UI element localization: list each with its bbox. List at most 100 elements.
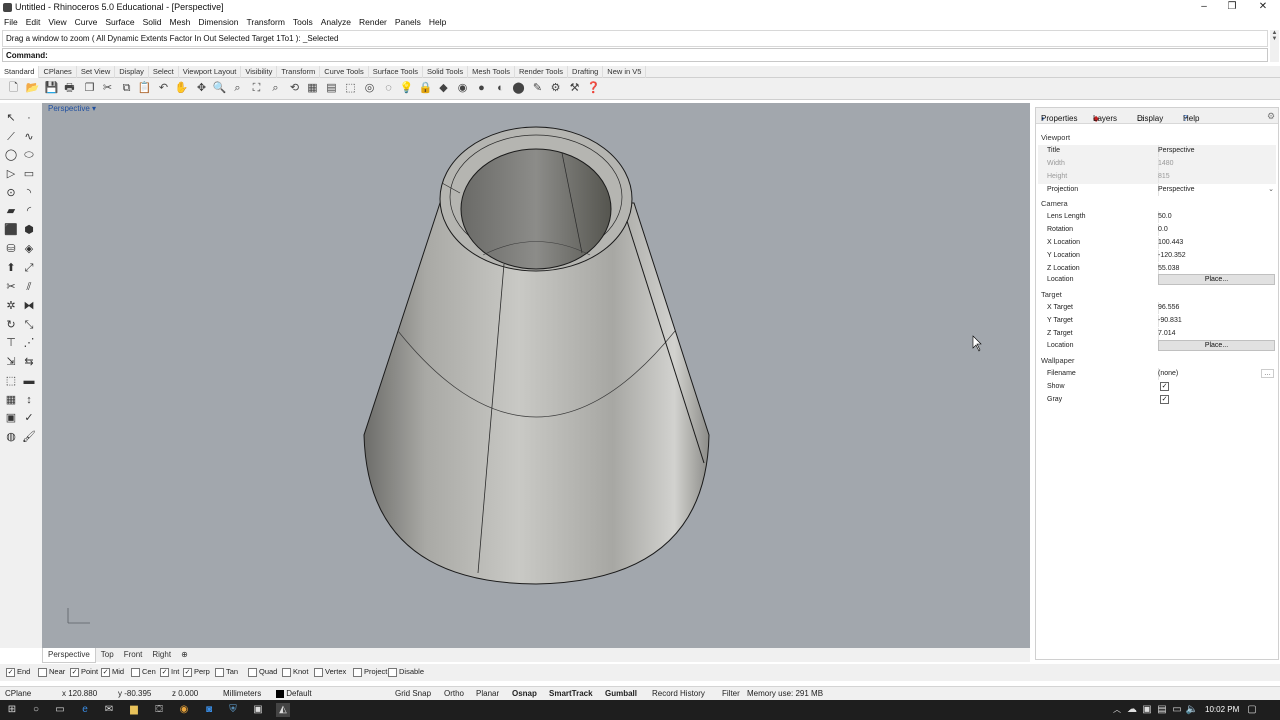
split-icon[interactable]: ⫽ bbox=[21, 279, 37, 295]
command-line[interactable]: Command: bbox=[2, 48, 1268, 62]
array-icon[interactable]: ⋰ bbox=[21, 335, 37, 351]
gray-checkbox[interactable]: ✓ bbox=[1160, 395, 1169, 404]
polygon-icon[interactable]: ▷ bbox=[3, 166, 19, 182]
check-icon[interactable]: ✓ bbox=[21, 410, 37, 426]
menu-edit[interactable]: Edit bbox=[22, 15, 45, 29]
scale-icon[interactable]: ⤡ bbox=[21, 317, 37, 333]
fillet-icon[interactable]: ◜ bbox=[21, 203, 37, 219]
tray-app-icon[interactable]: ▤ bbox=[1155, 703, 1169, 717]
add-viewport-icon[interactable]: ⊕ bbox=[176, 648, 193, 662]
projection-select[interactable]: Perspective bbox=[1158, 186, 1195, 193]
search-icon[interactable]: ○ bbox=[29, 703, 43, 717]
osnap-knot-checkbox[interactable] bbox=[282, 667, 291, 677]
text-icon[interactable]: ▬ bbox=[21, 373, 37, 389]
close-button[interactable]: ✕ bbox=[1249, 0, 1277, 15]
render-icon[interactable]: ◍ bbox=[3, 429, 19, 445]
chevron-down-icon[interactable]: ⌄ bbox=[1268, 185, 1274, 193]
options-gear-icon[interactable]: ⚙ bbox=[548, 81, 563, 96]
tab-cplanes[interactable]: CPlanes bbox=[39, 66, 77, 78]
gumball-toggle[interactable]: Gumball bbox=[605, 689, 637, 698]
surface-icon[interactable]: ▰ bbox=[3, 203, 19, 219]
select-arrow-icon[interactable]: ↖ bbox=[3, 110, 19, 126]
tab-front[interactable]: Front bbox=[119, 648, 148, 662]
save-icon[interactable]: 💾 bbox=[44, 81, 59, 96]
trim-icon[interactable]: ✂ bbox=[3, 279, 19, 295]
dimension-icon[interactable]: ⊤ bbox=[3, 335, 19, 351]
hide-objects-icon[interactable]: ◌ bbox=[381, 81, 396, 96]
network-icon[interactable]: ▣ bbox=[1140, 703, 1154, 717]
browse-button[interactable]: … bbox=[1261, 369, 1274, 378]
z-target-field[interactable]: 7.014 bbox=[1158, 330, 1176, 337]
osnap-tan-checkbox[interactable] bbox=[215, 667, 224, 677]
tab-visibility[interactable]: Visibility bbox=[241, 66, 278, 78]
shield-icon[interactable]: ⛨ bbox=[226, 703, 240, 717]
tab-perspective[interactable]: Perspective bbox=[42, 648, 96, 663]
loft-icon[interactable]: ⤢ bbox=[21, 260, 37, 276]
rotate-view-icon[interactable]: ✥ bbox=[194, 81, 209, 96]
analyze-icon[interactable]: ▣ bbox=[3, 410, 19, 426]
osnap-near-checkbox[interactable] bbox=[38, 667, 47, 677]
pan-hand-icon[interactable]: ✋ bbox=[174, 81, 189, 96]
menu-analyze[interactable]: Analyze bbox=[317, 15, 355, 29]
tab-mesh-tools[interactable]: Mesh Tools bbox=[468, 66, 515, 78]
menu-surface[interactable]: Surface bbox=[101, 15, 138, 29]
four-viewports-icon[interactable]: ▦ bbox=[305, 81, 320, 96]
tray-chevron-icon[interactable]: ︿ bbox=[1110, 703, 1124, 717]
menu-panels[interactable]: Panels bbox=[391, 15, 425, 29]
osnap-project-checkbox[interactable] bbox=[353, 667, 362, 677]
menu-tools[interactable]: Tools bbox=[289, 15, 317, 29]
rhino-active-taskbar-icon[interactable]: ◭ bbox=[276, 703, 290, 717]
record-history-toggle[interactable]: Record History bbox=[652, 689, 705, 698]
planar-toggle[interactable]: Planar bbox=[476, 689, 499, 698]
extrude-icon[interactable]: ⬆ bbox=[3, 260, 19, 276]
menu-view[interactable]: View bbox=[44, 15, 70, 29]
osnap-end-checkbox[interactable]: ✓ bbox=[6, 667, 15, 677]
cut-icon[interactable]: ✂ bbox=[100, 81, 115, 96]
material-sphere-icon[interactable]: ⬤ bbox=[511, 81, 526, 96]
layer-indicator[interactable]: Default bbox=[276, 689, 312, 698]
zoom-selected-icon[interactable]: ⌕ bbox=[268, 81, 283, 96]
move-icon[interactable]: ⇲ bbox=[3, 354, 19, 370]
copy-to-clipboard-icon[interactable]: ❐ bbox=[82, 81, 97, 96]
cone-model[interactable] bbox=[42, 103, 1030, 648]
battery-icon[interactable]: ▭ bbox=[1170, 703, 1184, 717]
title-field[interactable]: Perspective bbox=[1158, 147, 1195, 154]
y-target-field[interactable]: -90.831 bbox=[1158, 317, 1182, 324]
snap-icon[interactable]: ◎ bbox=[362, 81, 377, 96]
distance-icon[interactable]: ↕ bbox=[21, 392, 37, 408]
tools-icon[interactable]: ⚒ bbox=[567, 81, 582, 96]
solid-tools-icon[interactable]: ⬚ bbox=[3, 373, 19, 389]
tab-select[interactable]: Select bbox=[149, 66, 179, 78]
arc-icon[interactable]: ◝ bbox=[21, 185, 37, 201]
color-wheel-icon[interactable]: ◉ bbox=[455, 81, 470, 96]
osnap-tan[interactable]: Tan bbox=[215, 667, 238, 677]
tab-standard[interactable]: Standard bbox=[0, 66, 40, 78]
restore-button[interactable]: ❐ bbox=[1218, 0, 1246, 15]
menu-help[interactable]: Help bbox=[425, 15, 450, 29]
tab-transform[interactable]: Transform bbox=[277, 66, 321, 78]
osnap-near[interactable]: Near bbox=[38, 667, 65, 677]
zoom-extents-icon[interactable]: ⛶ bbox=[249, 81, 264, 96]
ortho-toggle[interactable]: Ortho bbox=[444, 689, 464, 698]
zoom-window-icon[interactable]: ⌕ bbox=[230, 81, 245, 96]
osnap-mid[interactable]: ✓ Mid bbox=[101, 667, 124, 677]
osnap-quad[interactable]: Quad bbox=[248, 667, 277, 677]
osnap-int-checkbox[interactable]: ✓ bbox=[160, 667, 169, 677]
tab-surface-tools[interactable]: Surface Tools bbox=[369, 66, 424, 78]
mesh-icon[interactable]: ◈ bbox=[21, 241, 37, 257]
shaded-sphere-icon[interactable]: ● bbox=[474, 81, 489, 96]
select-all-icon[interactable]: ⬚ bbox=[343, 81, 358, 96]
osnap-vertex-checkbox[interactable] bbox=[314, 667, 323, 677]
box-solid-icon[interactable]: ⬛ bbox=[3, 222, 19, 238]
osnap-int[interactable]: ✓ Int bbox=[160, 667, 179, 677]
show-checkbox[interactable]: ✓ bbox=[1160, 382, 1169, 391]
grid-icon[interactable]: ▤ bbox=[324, 81, 339, 96]
copy-icon[interactable]: ⧉ bbox=[119, 81, 134, 96]
viewport-menu-chevron-icon[interactable]: ▾ bbox=[92, 104, 96, 113]
camera-place-button[interactable]: Place... bbox=[1158, 274, 1275, 285]
store-icon[interactable]: ⛋ bbox=[152, 703, 166, 717]
task-view-icon[interactable]: ▭ bbox=[53, 703, 67, 717]
paint-icon[interactable]: 🖌 bbox=[21, 429, 37, 445]
cylinder-icon[interactable]: ⛁ bbox=[3, 241, 19, 257]
polyline-icon[interactable]: ⟋ bbox=[3, 129, 19, 145]
